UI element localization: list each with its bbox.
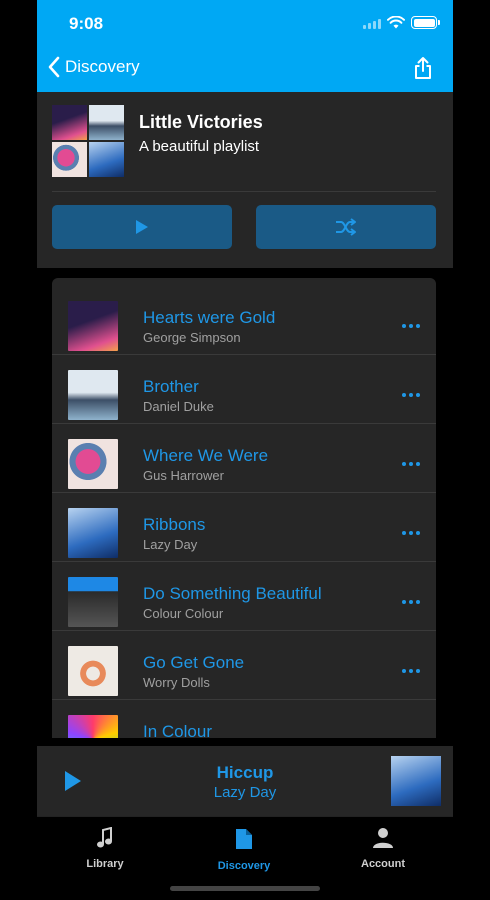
playlist-artwork: [52, 105, 124, 177]
track-artwork: [68, 715, 118, 738]
track-row[interactable]: Ribbons Lazy Day: [52, 493, 436, 562]
tab-label: Library: [86, 858, 124, 870]
track-title: Where We Were: [143, 446, 269, 465]
track-list: Hearts were Gold George Simpson Brother …: [52, 278, 436, 738]
track-row[interactable]: Where We Were Gus Harrower: [52, 424, 436, 493]
share-button[interactable]: [413, 56, 433, 85]
wifi-icon: [387, 16, 405, 29]
person-icon: [373, 828, 393, 848]
track-artwork: [68, 301, 118, 351]
track-artist: Gus Harrower: [143, 468, 224, 483]
back-button[interactable]: Discovery: [47, 56, 140, 78]
chevron-left-icon: [48, 56, 60, 78]
track-artist: George Simpson: [143, 330, 241, 345]
track-artwork: [68, 508, 118, 558]
share-icon: [415, 57, 431, 79]
track-title: Go Get Gone: [143, 653, 245, 672]
track-artwork: [68, 577, 118, 627]
track-artist: Daniel Duke: [143, 399, 214, 414]
tab-label: Account: [361, 858, 405, 870]
track-artwork: [68, 646, 118, 696]
back-label: Discovery: [65, 57, 140, 76]
track-title: Hearts were Gold: [143, 308, 276, 327]
phone-screen: 9:08 Discovery Little Victories A beauti…: [37, 0, 453, 900]
tab-label: Discovery: [217, 860, 271, 872]
cellular-signal-icon: [363, 17, 381, 29]
track-row[interactable]: Go Get Gone Worry Dolls: [52, 631, 436, 700]
track-artist: Colour Colour: [143, 606, 224, 621]
track-title: In Colour: [143, 722, 212, 738]
navigation-bar: 9:08 Discovery: [37, 0, 453, 92]
more-options-icon[interactable]: [402, 531, 420, 535]
shuffle-button[interactable]: [256, 205, 436, 249]
track-row[interactable]: In Colour: [52, 700, 436, 738]
tab-account[interactable]: Account: [333, 827, 433, 870]
playlist-subtitle: A beautiful playlist: [139, 138, 260, 155]
status-time: 9:08: [69, 14, 104, 33]
music-note-icon: [97, 826, 112, 848]
more-options-icon[interactable]: [402, 600, 420, 604]
playlist-header: Little Victories A beautiful playlist: [37, 92, 453, 268]
play-button[interactable]: [52, 205, 232, 249]
track-title: Brother: [143, 377, 199, 396]
divider: [52, 191, 436, 192]
home-indicator[interactable]: [170, 886, 320, 891]
document-icon: [236, 829, 252, 849]
track-artist: Worry Dolls: [143, 675, 210, 690]
more-options-icon[interactable]: [402, 669, 420, 673]
track-artwork: [68, 370, 118, 420]
tab-library[interactable]: Library: [55, 826, 155, 870]
now-playing-artwork: [391, 756, 441, 806]
track-row[interactable]: Hearts were Gold George Simpson: [52, 286, 436, 355]
track-title: Do Something Beautiful: [143, 584, 322, 603]
track-row[interactable]: Do Something Beautiful Colour Colour: [52, 562, 436, 631]
more-options-icon[interactable]: [402, 324, 420, 328]
track-artwork: [68, 439, 118, 489]
track-row[interactable]: Brother Daniel Duke: [52, 355, 436, 424]
now-playing-bar[interactable]: Hiccup Lazy Day: [37, 746, 453, 816]
track-artist: Lazy Day: [143, 537, 198, 552]
status-icons: [363, 16, 440, 29]
playlist-title: Little Victories: [139, 112, 263, 132]
more-options-icon[interactable]: [402, 462, 420, 466]
battery-icon: [411, 16, 440, 29]
play-icon: [136, 220, 148, 234]
shuffle-icon: [336, 218, 356, 236]
more-options-icon[interactable]: [402, 393, 420, 397]
track-title: Ribbons: [143, 515, 206, 534]
tab-discovery[interactable]: Discovery: [194, 827, 294, 872]
